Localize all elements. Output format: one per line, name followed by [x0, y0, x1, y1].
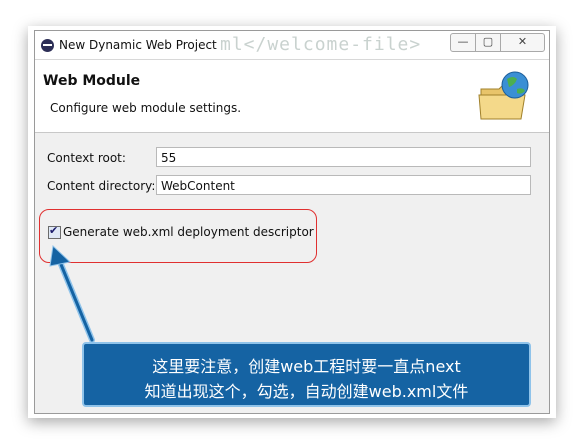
- page-description: Configure web module settings.: [50, 101, 242, 115]
- context-root-label: Context root:: [47, 151, 126, 165]
- generate-webxml-label[interactable]: Generate web.xml deployment descriptor: [63, 225, 314, 239]
- generate-webxml-checkbox[interactable]: [48, 224, 61, 239]
- page-title: Web Module: [43, 73, 141, 89]
- annotation-line-1: 这里要注意，创建web工程时要一直点next: [152, 357, 461, 376]
- wizard-header: [35, 60, 549, 133]
- content-directory-field[interactable]: WebContent: [156, 175, 531, 195]
- folder-globe-icon: [478, 71, 529, 120]
- minimize-button[interactable]: —: [450, 33, 476, 52]
- title-bar: New Dynamic Web Project ml</welcome-file…: [35, 31, 549, 60]
- context-root-field[interactable]: 55: [156, 147, 531, 167]
- dialog-window: New Dynamic Web Project ml</welcome-file…: [34, 30, 550, 414]
- close-button[interactable]: ✕: [500, 33, 545, 52]
- window-title: New Dynamic Web Project: [59, 38, 217, 52]
- eclipse-icon: [41, 39, 54, 52]
- background-ghost-text: ml</welcome-file>: [220, 34, 422, 55]
- content-directory-label: Content directory:: [47, 179, 156, 193]
- annotation-line-2: 知道出现这个，勾选，自动创建web.xml文件: [144, 382, 469, 401]
- maximize-button[interactable]: ▢: [475, 33, 501, 52]
- annotation-callout: 这里要注意，创建web工程时要一直点next 知道出现这个，勾选，自动创建web…: [82, 342, 531, 407]
